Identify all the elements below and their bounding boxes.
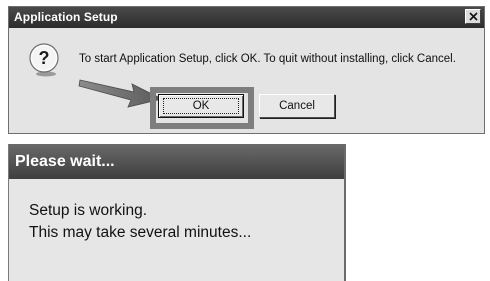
- dialog-title: Application Setup: [14, 10, 118, 24]
- please-wait-dialog: Please wait... Setup is working. This ma…: [8, 144, 346, 281]
- cancel-button[interactable]: Cancel: [259, 94, 335, 118]
- status-subtext: This may take several minutes...: [29, 224, 252, 241]
- ok-button-label: OK: [192, 100, 210, 112]
- close-icon: [469, 12, 478, 21]
- svg-text:?: ?: [39, 48, 50, 68]
- setup-message: To start Application Setup, click OK. To…: [79, 53, 456, 65]
- cancel-button-label: Cancel: [279, 100, 315, 112]
- question-mark-icon: ?: [29, 43, 59, 77]
- screenshot-stage: Application Setup ? To start Application…: [0, 0, 490, 281]
- close-button[interactable]: [465, 9, 481, 24]
- dialog-title: Please wait...: [15, 153, 115, 170]
- title-bar[interactable]: Application Setup: [9, 7, 484, 28]
- ok-button[interactable]: OK: [158, 94, 244, 118]
- status-text: Setup is working.: [29, 202, 148, 219]
- title-bar[interactable]: Please wait...: [9, 144, 344, 179]
